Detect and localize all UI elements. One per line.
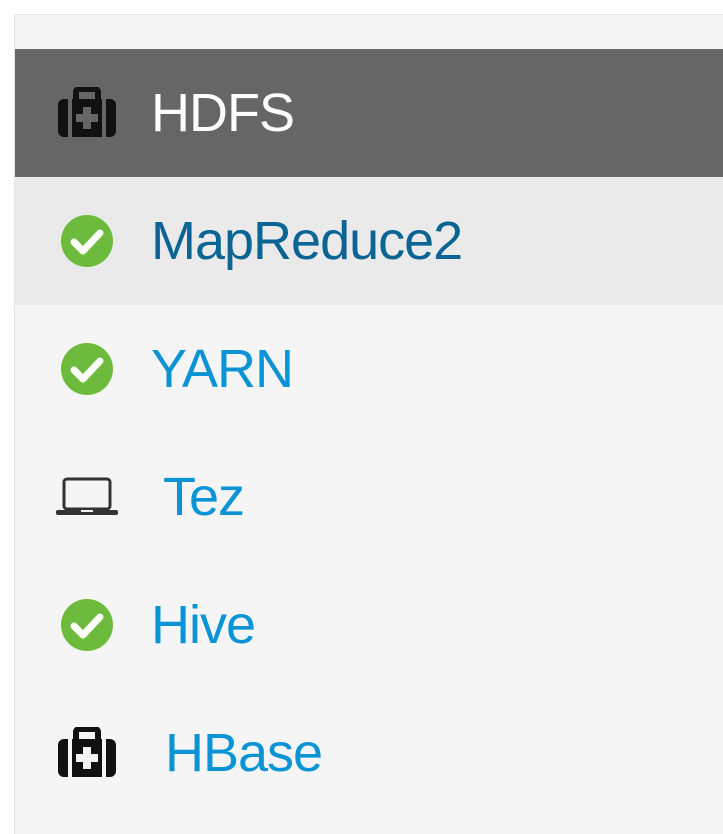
service-item-hdfs[interactable]: HDFS [15,49,723,177]
service-item-mapreduce2[interactable]: MapReduce2 [15,177,723,305]
service-label-mapreduce2: MapReduce2 [151,211,463,271]
service-item-yarn[interactable]: YARN [15,305,723,433]
service-list: HDFS MapReduce2 YARN Tez Hive HBase [15,49,723,817]
service-item-tez[interactable]: Tez [15,433,723,561]
medkit-icon [55,721,119,785]
service-item-hive[interactable]: Hive [15,561,723,689]
service-label-hbase: HBase [165,723,323,783]
check-circle-icon [55,593,119,657]
service-label-hive: Hive [151,595,256,655]
check-circle-icon [55,209,119,273]
service-label-tez: Tez [163,467,245,527]
services-sidebar: HDFS MapReduce2 YARN Tez Hive HBase [14,14,723,834]
service-item-hbase[interactable]: HBase [15,689,723,817]
medkit-icon [55,81,119,145]
service-label-hdfs: HDFS [151,83,295,143]
service-label-yarn: YARN [151,339,294,399]
laptop-icon [55,465,119,529]
check-circle-icon [55,337,119,401]
